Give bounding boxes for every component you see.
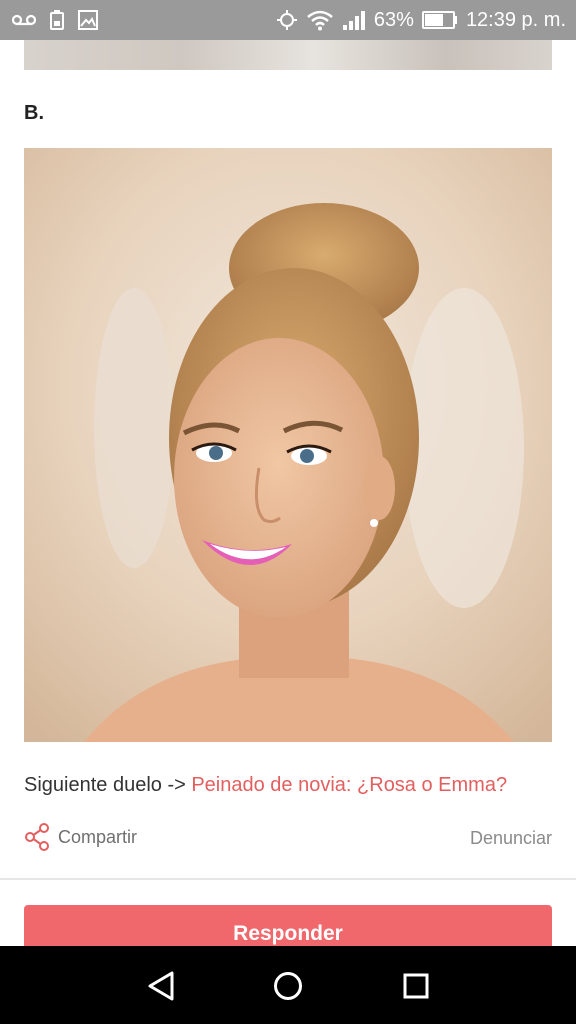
- recents-square-icon[interactable]: [394, 964, 438, 1008]
- voicemail-icon: [12, 13, 36, 27]
- status-bar: 63% 12:39 p. m.: [0, 0, 576, 40]
- status-left: [12, 6, 98, 34]
- divider: [0, 878, 576, 880]
- option-label: B.: [24, 102, 44, 124]
- image-icon: [78, 10, 98, 30]
- report-button[interactable]: Denunciar: [470, 828, 552, 849]
- clock: 12:39 p. m.: [465, 8, 566, 31]
- next-duel: Siguiente duelo -> Peinado de novia: ¿Ro…: [24, 774, 507, 797]
- next-duel-link[interactable]: Peinado de novia: ¿Rosa o Emma?: [191, 774, 507, 796]
- home-circle-icon[interactable]: [266, 964, 310, 1008]
- battery-icon: [421, 11, 458, 29]
- share-label: Compartir: [58, 826, 138, 847]
- next-duel-prefix: Siguiente duelo ->: [24, 774, 192, 796]
- previous-photo-crop: [24, 40, 552, 70]
- battery-saver-icon: [48, 9, 66, 31]
- screen: 63% 12:39 p. m. B. Siguiente duelo -> Pe…: [0, 0, 576, 1024]
- settings-sync-icon: [276, 9, 298, 31]
- navigation-bar: [0, 946, 576, 1024]
- battery-percent: 63%: [373, 8, 414, 31]
- back-triangle-icon[interactable]: [139, 964, 183, 1008]
- bride-portrait-image[interactable]: [24, 148, 552, 742]
- wifi-icon: [306, 9, 334, 31]
- status-right: 63% 12:39 p. m.: [276, 6, 566, 34]
- share-icon: [24, 822, 50, 852]
- share-button[interactable]: Compartir: [24, 822, 137, 852]
- signal-icon: [342, 9, 366, 31]
